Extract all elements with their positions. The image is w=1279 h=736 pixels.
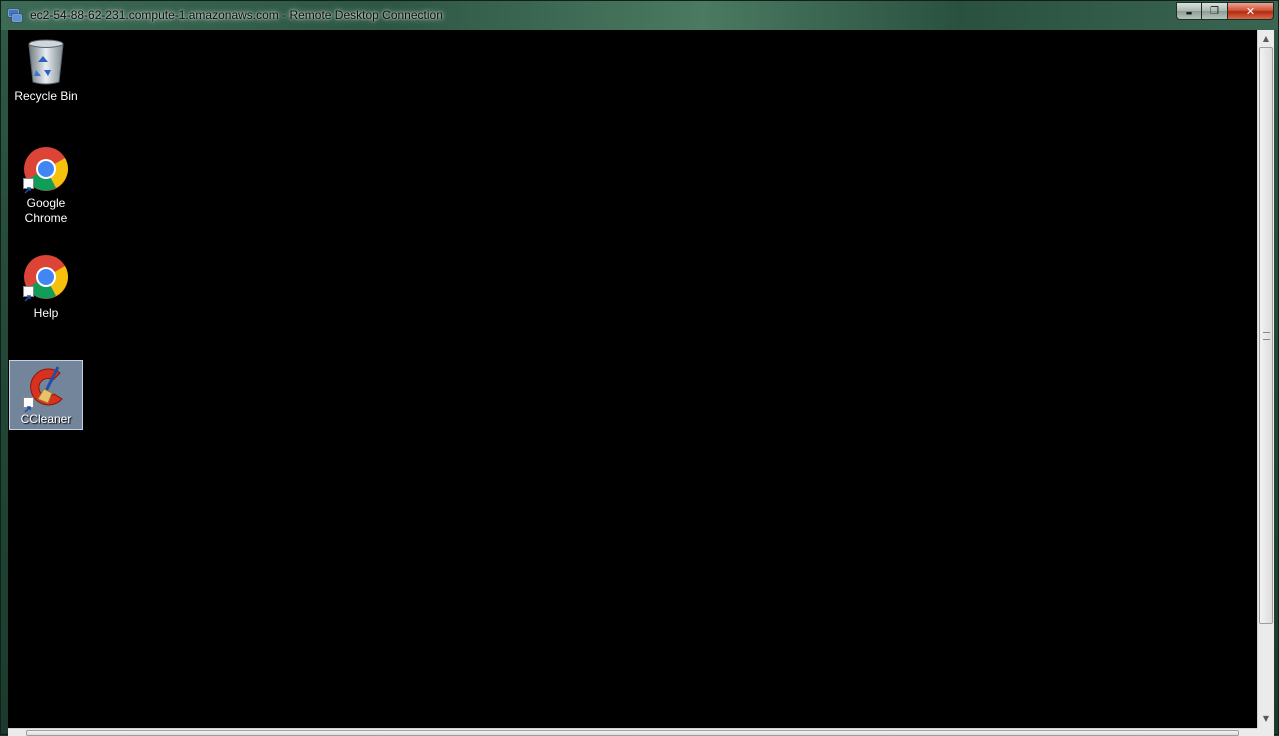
maximize-button[interactable]: ❐ [1202, 2, 1228, 20]
remote-desktop-icon [7, 8, 23, 23]
desktop-icon-help[interactable]: Help [9, 254, 83, 324]
shortcut-arrow-icon [23, 286, 34, 302]
scroll-up-button[interactable]: ▲ [1258, 30, 1274, 47]
title-bar[interactable]: ec2-54-88-62-231.compute-1.amazonaws.com… [1, 1, 1278, 30]
window-title: ec2-54-88-62-231.compute-1.amazonaws.com… [30, 8, 443, 22]
maximize-icon: ❐ [1210, 5, 1219, 17]
remote-desktop-area[interactable]: Recycle Bin Google Chrome Help CCleaner [8, 30, 1257, 728]
icon-label: Google Chrome [24, 196, 68, 225]
shortcut-arrow-icon [23, 178, 34, 194]
remote-desktop-window: ec2-54-88-62-231.compute-1.amazonaws.com… [0, 0, 1279, 736]
arrow-down-icon: ▼ [1262, 714, 1270, 723]
close-icon: ✕ [1245, 4, 1256, 18]
scroll-down-button[interactable]: ▼ [1258, 710, 1274, 727]
desktop-icon-ccleaner[interactable]: CCleaner [9, 360, 83, 430]
icon-label: CCleaner [20, 412, 72, 426]
minimize-button[interactable]: ▬ [1176, 2, 1202, 20]
icon-label: Help [33, 306, 59, 320]
desktop-icon-recycle-bin[interactable]: Recycle Bin [9, 36, 83, 106]
minimize-icon: ▬ [1185, 9, 1193, 17]
close-button[interactable]: ✕ [1228, 2, 1274, 20]
arrow-up-icon: ▲ [1262, 34, 1270, 43]
grip-icon [1263, 332, 1270, 340]
window-controls: ▬ ❐ ✕ [1176, 2, 1274, 21]
vertical-scroll-thumb[interactable] [1259, 47, 1273, 624]
icon-label: Recycle Bin [14, 89, 78, 103]
horizontal-scroll-thumb[interactable] [26, 730, 1239, 736]
recycle-bin-icon [28, 39, 64, 85]
desktop-icon-google-chrome[interactable]: Google Chrome [9, 146, 83, 230]
vertical-scrollbar[interactable]: ▲ ▼ [1257, 30, 1274, 728]
shortcut-arrow-icon [23, 397, 34, 413]
